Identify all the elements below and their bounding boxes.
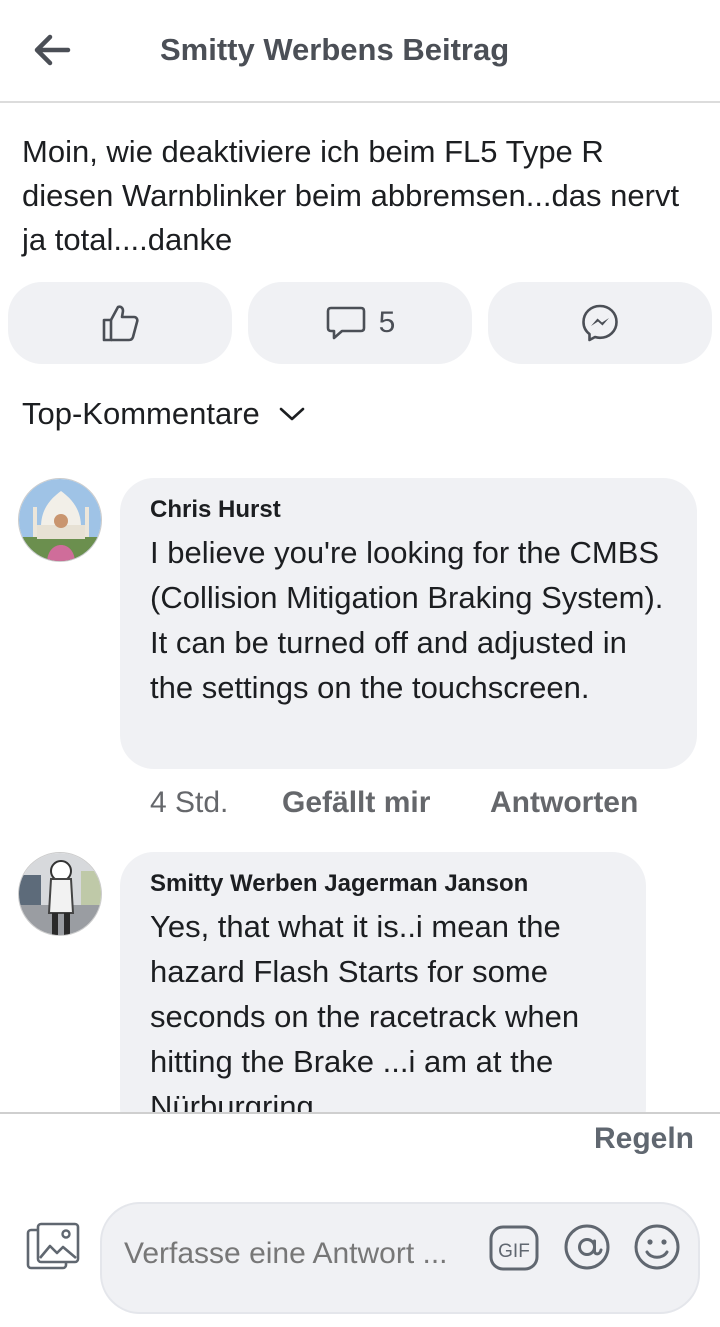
rules-link[interactable]: Regeln <box>594 1122 694 1156</box>
sort-label: Top-Kommentare <box>22 396 260 431</box>
photo-icon[interactable] <box>26 1222 80 1272</box>
reply-input[interactable]: Verfasse eine Antwort ... GIF <box>100 1202 700 1314</box>
chevron-down-icon <box>279 407 305 421</box>
comment-button[interactable]: 5 <box>248 282 472 364</box>
top-comments-sort[interactable]: Top-Kommentare <box>22 396 306 432</box>
comment-author[interactable]: Chris Hurst <box>150 496 667 524</box>
arrow-left-icon[interactable] <box>30 30 74 70</box>
reply-input-placeholder: Verfasse eine Antwort ... <box>124 1237 448 1270</box>
comment-text: I believe you're looking for the CMBS (C… <box>150 535 664 705</box>
gif-icon[interactable]: GIF <box>488 1224 540 1272</box>
svg-text:GIF: GIF <box>498 1241 530 1262</box>
comment-time: 4 Std. <box>150 786 229 819</box>
page-title: Smitty Werbens Beitrag <box>160 32 510 67</box>
smiley-icon[interactable] <box>632 1222 682 1272</box>
comment-author[interactable]: Smitty Werben Jagerman Janson <box>150 870 616 898</box>
post-text: Moin, wie deaktiviere ich beim FL5 Type … <box>22 134 680 257</box>
comment-text: Yes, that what it is..i mean the hazard … <box>150 909 580 1124</box>
comment-icon <box>326 306 365 340</box>
avatar[interactable] <box>18 852 102 936</box>
thumbs-up-icon <box>102 305 139 342</box>
like-button[interactable] <box>8 282 232 364</box>
comment-bubble: Smitty Werben Jagerman Janson Yes, that … <box>120 852 646 1142</box>
messenger-icon <box>582 304 618 342</box>
comment-like-button[interactable]: Gefällt mir <box>282 786 490 820</box>
at-sign-icon[interactable] <box>562 1222 612 1272</box>
messenger-share-button[interactable] <box>488 282 712 364</box>
comment-count: 5 <box>378 306 396 339</box>
header-bar: Smitty Werbens Beitrag <box>0 0 720 103</box>
avatar[interactable] <box>18 478 102 562</box>
composer-panel: Regeln Verfasse eine Antwort ... GIF <box>0 1112 720 1327</box>
comment-bubble: Chris Hurst I believe you're looking for… <box>120 478 697 769</box>
comment-meta: 4 Std. Gefällt mir Antworten <box>150 786 638 820</box>
comment-reply-button[interactable]: Antworten <box>490 786 638 820</box>
